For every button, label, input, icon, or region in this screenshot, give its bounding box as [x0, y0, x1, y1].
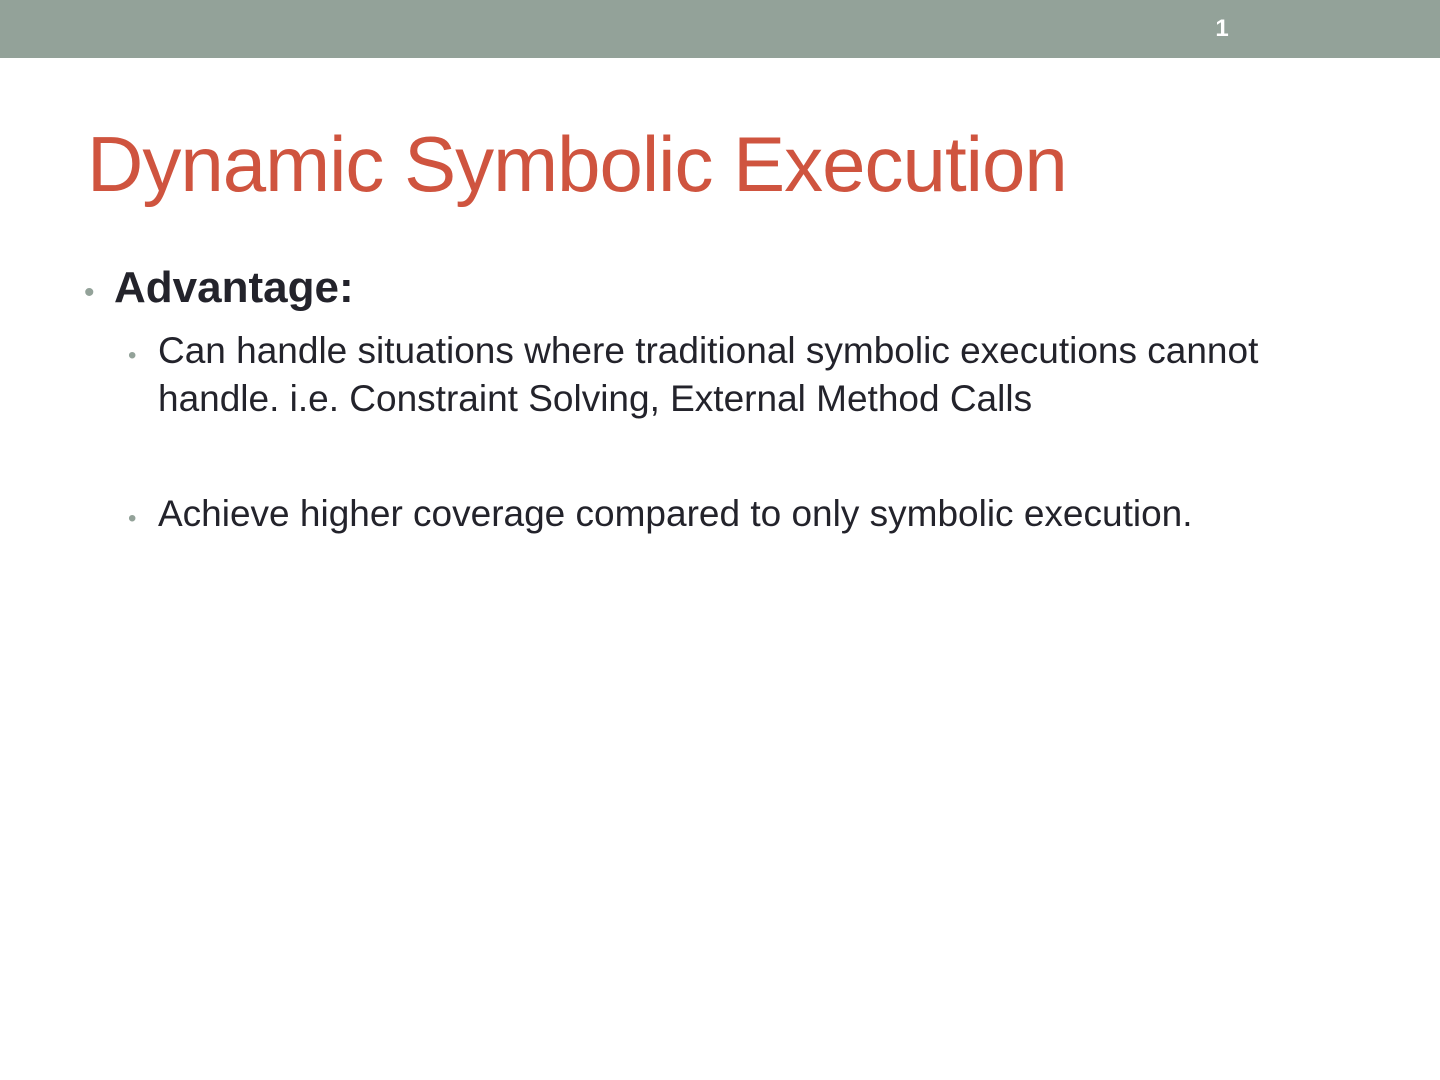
bullet-dot-icon: • — [128, 342, 137, 369]
sub-bullet-handle-situations: • Can handle situations where traditiona… — [128, 327, 1378, 423]
slide-title: Dynamic Symbolic Execution — [87, 120, 1068, 208]
slide-number: 1 — [1215, 15, 1229, 42]
slide: 1 Dynamic Symbolic Execution • Advantage… — [0, 0, 1440, 1080]
sub-bullet-higher-coverage: • Achieve higher coverage compared to on… — [128, 490, 1378, 538]
bullet-advantage: • Advantage: — [84, 262, 1384, 314]
sub-bullet-text: Achieve higher coverage compared to only… — [158, 493, 1193, 534]
sub-bullet-text: Can handle situations where traditional … — [158, 330, 1259, 419]
bullet-dot-icon: • — [84, 276, 95, 309]
bullet-advantage-label: Advantage: — [114, 263, 354, 312]
header-bar: 1 — [0, 0, 1440, 58]
bullet-dot-icon: • — [128, 505, 137, 532]
